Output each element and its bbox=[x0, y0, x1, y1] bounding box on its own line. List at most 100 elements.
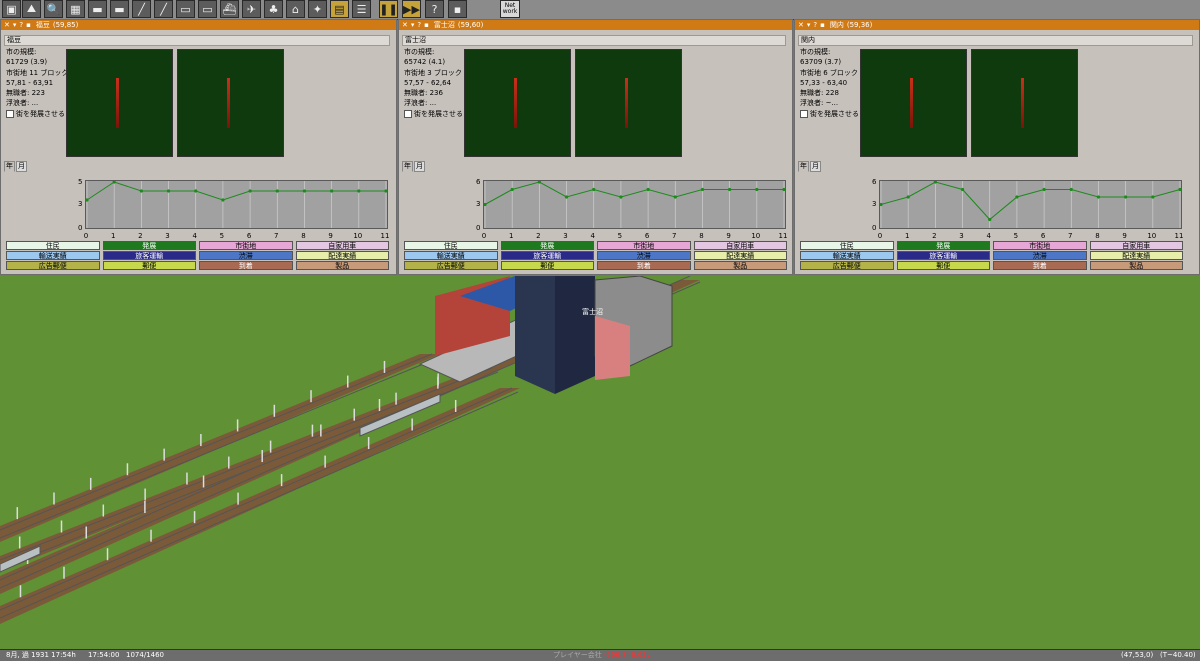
legend-button[interactable]: 渋滞 bbox=[597, 251, 691, 260]
help-icon[interactable]: ? bbox=[417, 20, 421, 30]
city-minimap-right[interactable] bbox=[971, 49, 1078, 157]
pin-icon[interactable]: ▪ bbox=[424, 20, 429, 30]
tram-button[interactable]: ▭ bbox=[198, 0, 217, 18]
city-minimap-left[interactable] bbox=[860, 49, 967, 157]
fastforward-button[interactable]: ▶▶ bbox=[402, 0, 421, 18]
special-button[interactable]: ✦ bbox=[308, 0, 327, 18]
collapse-icon[interactable]: ▾ bbox=[807, 20, 811, 30]
legend-button[interactable]: 配達実績 bbox=[693, 251, 787, 260]
tab-month[interactable]: 月 bbox=[810, 161, 821, 172]
legend-button[interactable]: 郵便 bbox=[896, 261, 990, 270]
legend-button[interactable]: 自家用車 bbox=[693, 241, 787, 250]
legend-button[interactable]: 市街地 bbox=[597, 241, 691, 250]
legend-button[interactable]: 発展 bbox=[896, 241, 990, 250]
city-name-field[interactable]: 富士沼 bbox=[402, 35, 786, 46]
window-titlebar[interactable]: ✕ ▾ ? ▪ 関内 (59,36) bbox=[795, 20, 1199, 30]
air-button[interactable]: ✈ bbox=[242, 0, 261, 18]
tab-month[interactable]: 月 bbox=[414, 161, 425, 172]
city-name-field[interactable]: 関内 bbox=[798, 35, 1193, 46]
city-info-window[interactable]: ✕ ▾ ? ▪ 福豆 (59,85) 福豆 市の規模: 61729 (3.9) … bbox=[0, 19, 397, 275]
legend-button[interactable]: 製品 bbox=[693, 261, 787, 270]
collapse-icon[interactable]: ▾ bbox=[13, 20, 17, 30]
legend-button[interactable]: 旅客運輸 bbox=[102, 251, 196, 260]
train-button[interactable]: ▬ bbox=[88, 0, 107, 18]
legend-button[interactable]: 広告郵便 bbox=[800, 261, 894, 270]
legend-button[interactable]: 渋滞 bbox=[199, 251, 293, 260]
tree-button[interactable]: ♣ bbox=[264, 0, 283, 18]
network-button[interactable]: Net work bbox=[500, 0, 520, 18]
list-button[interactable]: ☰ bbox=[352, 0, 371, 18]
legend-button[interactable]: 到着 bbox=[199, 261, 293, 270]
legend-button[interactable]: 発展 bbox=[500, 241, 594, 250]
legend-button[interactable]: 到着 bbox=[597, 261, 691, 270]
legend-button[interactable]: 製品 bbox=[1089, 261, 1183, 270]
close-icon[interactable]: ✕ bbox=[4, 20, 10, 30]
save-button[interactable]: ▣ bbox=[2, 0, 21, 18]
city-name-field[interactable]: 福豆 bbox=[4, 35, 390, 46]
city-minimap-left[interactable] bbox=[66, 49, 173, 157]
legend-button[interactable]: 住民 bbox=[404, 241, 498, 250]
pause-button[interactable]: ❚❚ bbox=[379, 0, 398, 18]
grow-checkbox[interactable]: 街を発展させる bbox=[6, 109, 68, 119]
pin-icon[interactable]: ▪ bbox=[26, 20, 31, 30]
pin-icon[interactable]: ▪ bbox=[820, 20, 825, 30]
engine-button[interactable]: ▬ bbox=[110, 0, 129, 18]
close-icon[interactable]: ✕ bbox=[798, 20, 804, 30]
legend-button[interactable]: 住民 bbox=[800, 241, 894, 250]
legend-button[interactable]: 旅客運輸 bbox=[500, 251, 594, 260]
legend-button[interactable]: 輸送実績 bbox=[404, 251, 498, 260]
help-icon[interactable]: ? bbox=[813, 20, 817, 30]
window-titlebar[interactable]: ✕ ▾ ? ▪ 富士沼 (59,60) bbox=[399, 20, 792, 30]
rail-button[interactable]: ╱ bbox=[132, 0, 151, 18]
terrain-button[interactable]: ⛰ bbox=[22, 0, 41, 18]
legend-button[interactable]: 渋滞 bbox=[993, 251, 1087, 260]
finance-button[interactable]: ▤ bbox=[330, 0, 349, 18]
inactive-button[interactable]: ▪ bbox=[448, 0, 467, 18]
legend-button[interactable]: 到着 bbox=[993, 261, 1087, 270]
collapse-icon[interactable]: ▾ bbox=[411, 20, 415, 30]
grow-checkbox[interactable]: 街を発展させる bbox=[800, 109, 859, 119]
legend-button[interactable]: 市街地 bbox=[199, 241, 293, 250]
city-info-window[interactable]: ✕ ▾ ? ▪ 富士沼 (59,60) 富士沼 市の規模: 65742 (4.1… bbox=[398, 19, 793, 275]
tab-month[interactable]: 月 bbox=[16, 161, 27, 172]
grow-checkbox[interactable]: 街を発展させる bbox=[404, 109, 463, 119]
checkbox-icon[interactable] bbox=[800, 109, 808, 118]
legend-button[interactable]: 郵便 bbox=[500, 261, 594, 270]
bus-button[interactable]: ▭ bbox=[176, 0, 195, 18]
station-button[interactable]: ⌂ bbox=[286, 0, 305, 18]
legend-button[interactable]: 広告郵便 bbox=[6, 261, 100, 270]
tab-year[interactable]: 年 bbox=[798, 161, 809, 172]
ship-button[interactable]: ⛴ bbox=[220, 0, 239, 18]
inspect-button[interactable]: 🔍 bbox=[44, 0, 63, 18]
road-button[interactable]: ╱ bbox=[154, 0, 173, 18]
city-blocks: 市街地 3 ブロック bbox=[404, 68, 462, 77]
legend-button[interactable]: 郵便 bbox=[102, 261, 196, 270]
city-minimap-right[interactable] bbox=[177, 49, 284, 157]
tab-year[interactable]: 年 bbox=[4, 161, 15, 172]
landscape-button[interactable]: ▦ bbox=[66, 0, 85, 18]
tab-year[interactable]: 年 bbox=[402, 161, 413, 172]
game-world-view[interactable]: 富士沼 bbox=[0, 276, 1200, 650]
legend-button[interactable]: 輸送実績 bbox=[800, 251, 894, 260]
legend-button[interactable]: 自家用車 bbox=[1089, 241, 1183, 250]
legend-button[interactable]: 配達実績 bbox=[295, 251, 389, 260]
legend-button[interactable]: 旅客運輸 bbox=[896, 251, 990, 260]
legend-button[interactable]: 市街地 bbox=[993, 241, 1087, 250]
help-icon[interactable]: ? bbox=[19, 20, 23, 30]
office-tower[interactable] bbox=[515, 276, 595, 394]
legend-button[interactable]: 輸送実績 bbox=[6, 251, 100, 260]
legend-button[interactable]: 発展 bbox=[102, 241, 196, 250]
legend-button[interactable]: 住民 bbox=[6, 241, 100, 250]
help-button[interactable]: ? bbox=[425, 0, 444, 18]
legend-button[interactable]: 製品 bbox=[295, 261, 389, 270]
legend-button[interactable]: 配達実績 bbox=[1089, 251, 1183, 260]
city-minimap-left[interactable] bbox=[464, 49, 571, 157]
city-minimap-right[interactable] bbox=[575, 49, 682, 157]
city-info-window[interactable]: ✕ ▾ ? ▪ 関内 (59,36) 関内 市の規模: 63709 (3.7) … bbox=[794, 19, 1200, 275]
legend-button[interactable]: 自家用車 bbox=[295, 241, 389, 250]
window-titlebar[interactable]: ✕ ▾ ? ▪ 福豆 (59,85) bbox=[1, 20, 396, 30]
checkbox-icon[interactable] bbox=[404, 109, 412, 118]
checkbox-icon[interactable] bbox=[6, 109, 14, 118]
close-icon[interactable]: ✕ bbox=[402, 20, 408, 30]
legend-button[interactable]: 広告郵便 bbox=[404, 261, 498, 270]
